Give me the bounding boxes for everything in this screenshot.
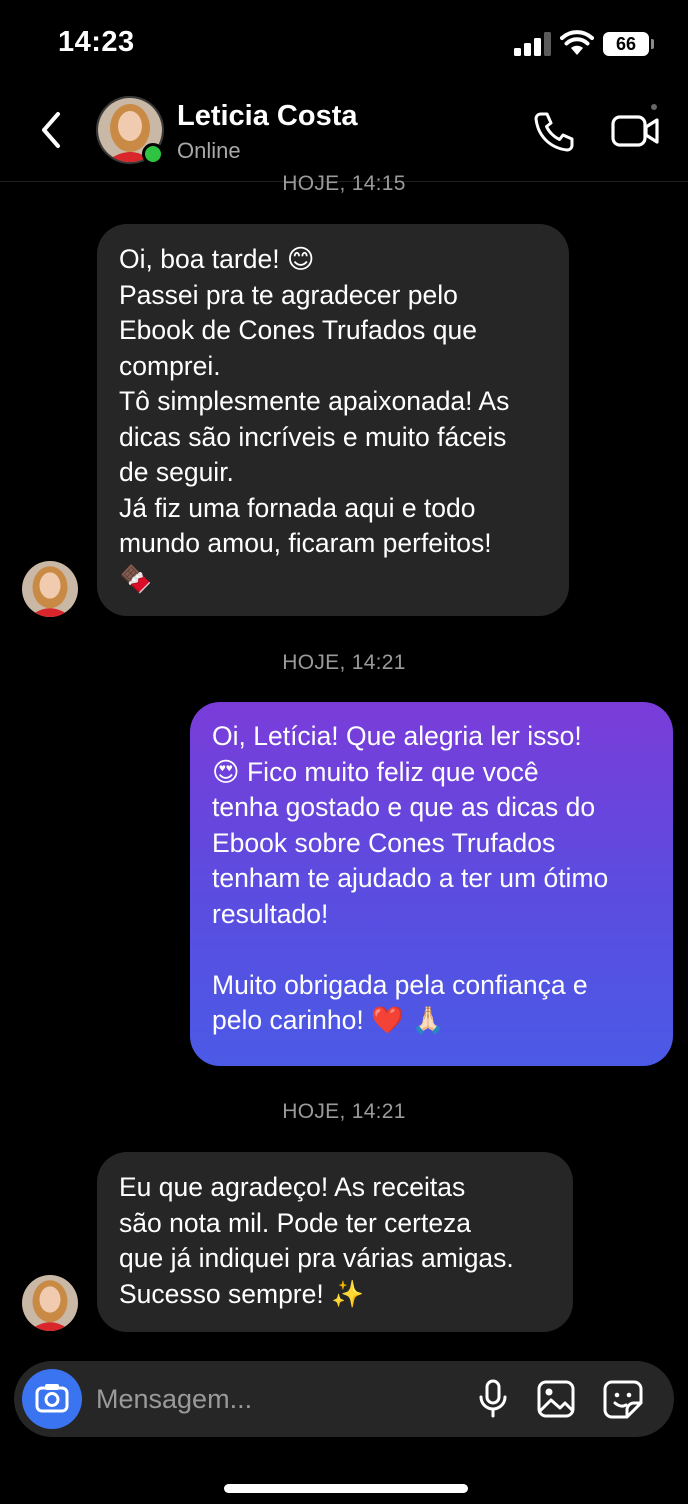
online-status-dot [142, 143, 164, 165]
timestamp: HOJE, 14:21 [282, 651, 406, 674]
timestamp: HOJE, 14:21 [282, 1100, 406, 1123]
signal-icon [514, 32, 552, 56]
call-icon[interactable] [532, 110, 576, 154]
status-time: 14:23 [58, 26, 135, 58]
home-indicator[interactable] [224, 1484, 468, 1493]
sender-avatar[interactable] [22, 1275, 78, 1331]
contact-status: Online [177, 138, 241, 163]
message-input[interactable] [96, 1381, 456, 1417]
sender-avatar[interactable] [22, 561, 78, 617]
back-icon[interactable] [36, 110, 66, 150]
timestamp: HOJE, 14:15 [282, 172, 406, 195]
message-bubble-incoming[interactable]: Eu que agradeço! As receitas são nota mi… [97, 1152, 573, 1332]
sticker-icon[interactable] [602, 1379, 644, 1419]
message-bubble-incoming[interactable]: Oi, boa tarde! 😊 Passei pra te agradecer… [97, 224, 569, 616]
camera-button[interactable] [22, 1369, 82, 1429]
message-composer [14, 1361, 674, 1437]
mic-icon[interactable] [476, 1379, 510, 1419]
video-icon[interactable] [610, 112, 660, 150]
chat-header: Leticia Costa Online [0, 90, 688, 182]
message-bubble-outgoing[interactable]: Oi, Letícia! Que alegria ler isso! 😍 Fic… [190, 702, 673, 1066]
status-bar: 14:23 66 [0, 0, 688, 90]
wifi-icon [560, 30, 594, 55]
notification-dot [651, 104, 657, 110]
battery-icon: 66 [603, 32, 649, 56]
gallery-icon[interactable] [536, 1379, 576, 1419]
camera-icon [35, 1384, 69, 1413]
contact-name[interactable]: Leticia Costa [177, 100, 358, 133]
battery-tip [651, 39, 654, 49]
